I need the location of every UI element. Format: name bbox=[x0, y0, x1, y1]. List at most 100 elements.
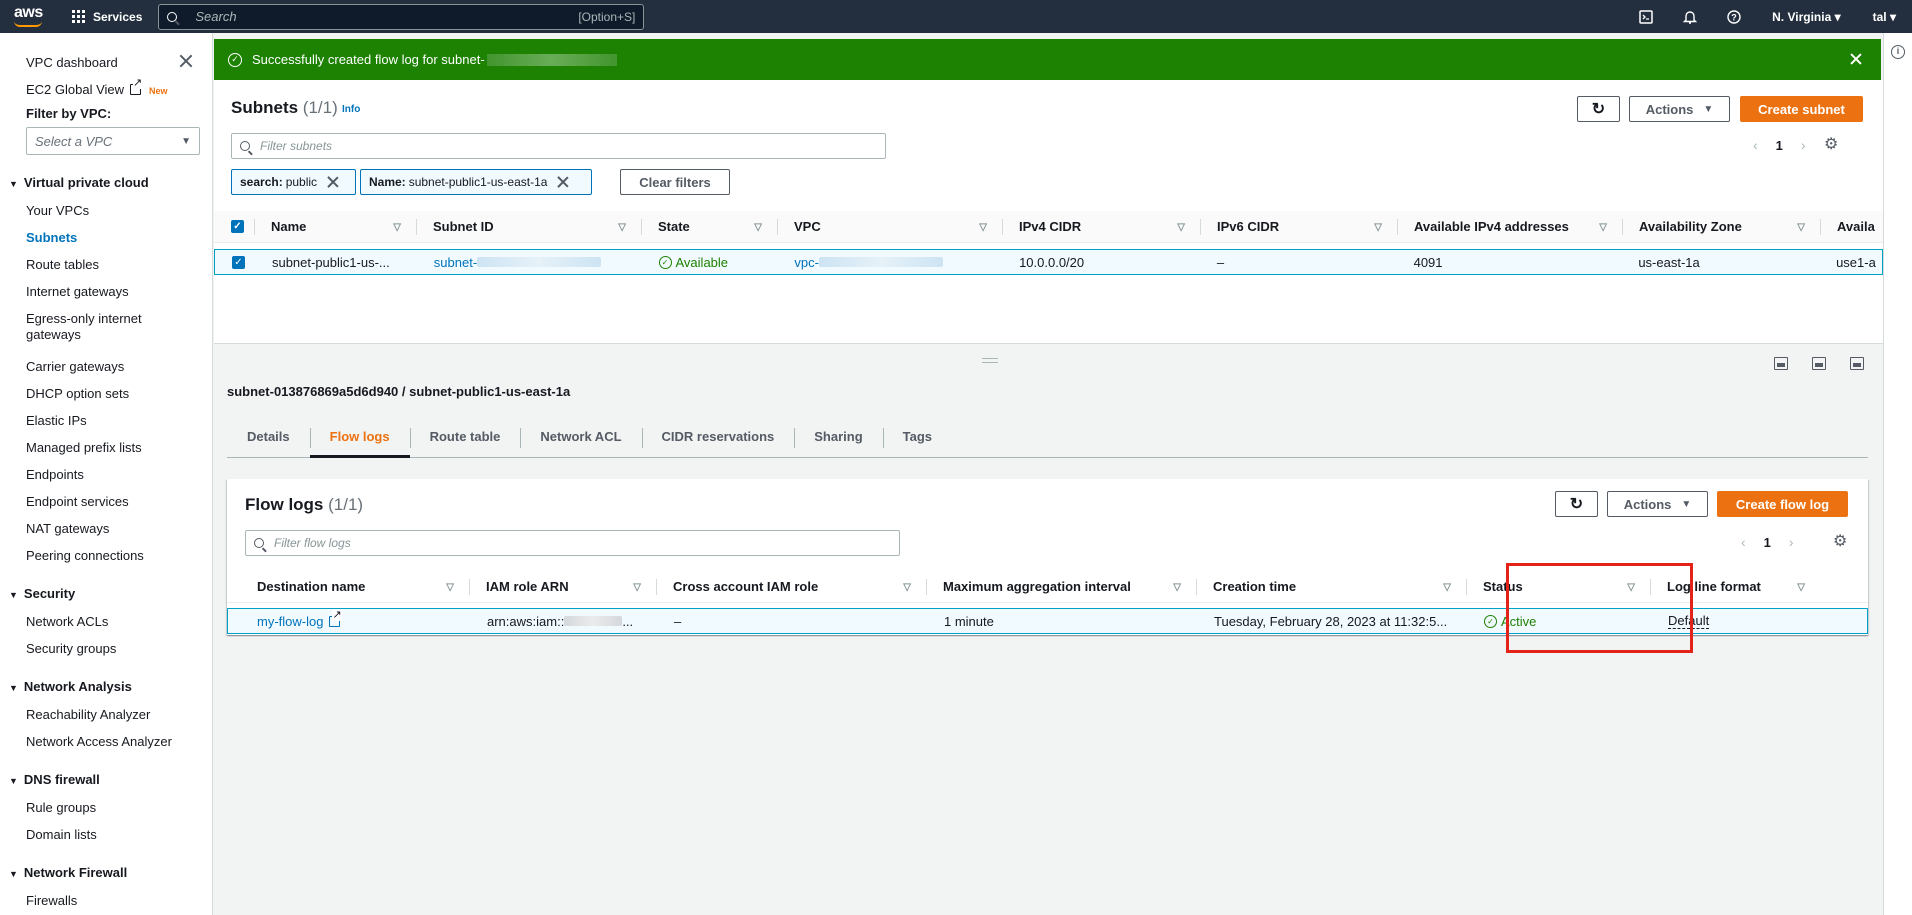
section-network-analysis[interactable]: ▼ Network Analysis bbox=[9, 679, 132, 694]
page-number[interactable]: 1 bbox=[1776, 138, 1783, 153]
vpc-filter-select[interactable]: Select a VPC ▼ bbox=[26, 127, 200, 155]
clear-filters-button[interactable]: Clear filters bbox=[620, 169, 730, 195]
sidebar-item-domain-lists[interactable]: Domain lists bbox=[26, 827, 97, 843]
cell-cross-account-iam-role: – bbox=[674, 613, 682, 629]
info-link[interactable]: Info bbox=[342, 104, 360, 115]
section-dns-firewall[interactable]: ▼ DNS firewall bbox=[9, 772, 100, 787]
region-selector[interactable]: N. Virginia ▾ bbox=[1756, 10, 1857, 24]
sidebar-item-peering-connections[interactable]: Peering connections bbox=[26, 548, 144, 564]
tab-sharing[interactable]: Sharing bbox=[794, 416, 882, 457]
refresh-button[interactable]: ↻ bbox=[1555, 491, 1598, 517]
sidebar-item-endpoints[interactable]: Endpoints bbox=[26, 467, 84, 483]
cell-subnet-id[interactable]: subnet- bbox=[418, 250, 643, 274]
select-all-checkbox[interactable]: ✓ bbox=[214, 211, 255, 243]
column-header-subnet-id[interactable]: Subnet ID ▽ bbox=[417, 211, 642, 243]
table-row[interactable]: ✓ subnet-public1-us-... subnet- ✓ Availab… bbox=[214, 249, 1883, 275]
cloudshell-icon[interactable] bbox=[1624, 0, 1668, 33]
sidebar-item-vpc-dashboard[interactable]: VPC dashboard bbox=[26, 55, 118, 71]
column-header-availability-zone[interactable]: Availability Zone ▽ bbox=[1623, 211, 1821, 243]
column-header-ipv4-cidr[interactable]: IPv4 CIDR ▽ bbox=[1003, 211, 1201, 243]
sort-icon: ▽ bbox=[618, 221, 626, 233]
search-icon bbox=[240, 141, 250, 151]
column-header-max-aggregation-interval[interactable]: Maximum aggregation interval ▽ bbox=[927, 571, 1197, 603]
refresh-button[interactable]: ↻ bbox=[1577, 96, 1620, 122]
cell-name: subnet-public1-us-... bbox=[271, 254, 390, 270]
tab-details[interactable]: Details bbox=[227, 416, 310, 457]
section-network-firewall[interactable]: ▼ Network Firewall bbox=[9, 865, 127, 880]
chevron-right-icon[interactable]: › bbox=[1789, 534, 1794, 550]
sort-icon: ▽ bbox=[1797, 581, 1805, 593]
column-header-vpc[interactable]: VPC ▽ bbox=[778, 211, 1003, 243]
remove-token-icon[interactable] bbox=[327, 176, 339, 188]
aws-logo[interactable]: aws bbox=[0, 0, 60, 33]
sidebar-item-route-tables[interactable]: Route tables bbox=[26, 257, 99, 273]
column-header-destination-name[interactable]: Destination name ▽ bbox=[227, 571, 470, 603]
column-header-name[interactable]: Name ▽ bbox=[255, 211, 417, 243]
layout-half-icon[interactable] bbox=[1812, 357, 1826, 370]
close-icon[interactable] bbox=[178, 53, 194, 69]
services-menu[interactable]: Services bbox=[60, 0, 154, 33]
sidebar-item-ec2-global-view[interactable]: EC2 Global ViewNew bbox=[26, 78, 168, 99]
column-header-az-id[interactable]: Availa bbox=[1821, 211, 1883, 243]
sidebar-item-elastic-ips[interactable]: Elastic IPs bbox=[26, 413, 87, 429]
sidebar-item-managed-prefix-lists[interactable]: Managed prefix lists bbox=[26, 440, 142, 456]
layout-full-icon[interactable] bbox=[1850, 357, 1864, 370]
sidebar-item-nat-gateways[interactable]: NAT gateways bbox=[26, 521, 109, 537]
sort-icon: ▽ bbox=[1797, 221, 1805, 233]
cell-destination-name[interactable]: my-flow-log bbox=[228, 609, 471, 633]
chevron-right-icon[interactable]: › bbox=[1801, 137, 1806, 153]
services-label: Services bbox=[93, 9, 143, 24]
global-search-input[interactable]: Search [Option+S] bbox=[158, 3, 645, 30]
sidebar-item-egress-only-internet-gateways[interactable]: Egress-only internet gateways bbox=[26, 311, 142, 343]
gear-icon[interactable]: ⚙ bbox=[1824, 137, 1840, 153]
sort-icon: ▽ bbox=[1173, 581, 1181, 593]
section-security[interactable]: ▼ Security bbox=[9, 586, 75, 601]
actions-button[interactable]: Actions ▼ bbox=[1607, 491, 1708, 517]
sidebar-item-network-access-analyzer[interactable]: Network Access Analyzer bbox=[26, 734, 172, 750]
create-flow-log-button[interactable]: Create flow log bbox=[1717, 491, 1848, 517]
column-header-ipv6-cidr[interactable]: IPv6 CIDR ▽ bbox=[1201, 211, 1398, 243]
bell-icon[interactable] bbox=[1668, 0, 1712, 33]
sidebar-item-endpoint-services[interactable]: Endpoint services bbox=[26, 494, 129, 510]
sidebar-item-carrier-gateways[interactable]: Carrier gateways bbox=[26, 359, 124, 375]
column-header-iam-role-arn[interactable]: IAM role ARN ▽ bbox=[470, 571, 657, 603]
page-number[interactable]: 1 bbox=[1764, 535, 1771, 550]
tab-network-acl[interactable]: Network ACL bbox=[520, 416, 641, 457]
cell-vpc[interactable]: vpc- bbox=[778, 250, 1003, 274]
tab-tags[interactable]: Tags bbox=[882, 416, 952, 457]
layout-bottom-icon[interactable] bbox=[1774, 357, 1788, 370]
chevron-left-icon[interactable]: ‹ bbox=[1741, 534, 1746, 550]
gear-icon[interactable]: ⚙ bbox=[1833, 534, 1849, 550]
chevron-left-icon[interactable]: ‹ bbox=[1753, 137, 1758, 153]
top-nav: aws Services Search [Option+S] ? N. Virg… bbox=[0, 0, 1912, 33]
flow-log-filter-input[interactable]: Filter flow logs bbox=[245, 530, 900, 556]
sidebar-item-subnets[interactable]: Subnets bbox=[26, 230, 77, 246]
grid-icon bbox=[72, 10, 85, 23]
sidebar-item-dhcp-option-sets[interactable]: DHCP option sets bbox=[26, 386, 129, 402]
sidebar-item-security-groups[interactable]: Security groups bbox=[26, 641, 116, 657]
section-virtual-private-cloud[interactable]: ▼ Virtual private cloud bbox=[9, 175, 149, 190]
help-icon[interactable]: ? bbox=[1712, 0, 1756, 33]
column-header-creation-time[interactable]: Creation time ▽ bbox=[1197, 571, 1467, 603]
actions-button[interactable]: Actions ▼ bbox=[1629, 96, 1730, 122]
remove-token-icon[interactable] bbox=[557, 176, 569, 188]
sidebar-item-internet-gateways[interactable]: Internet gateways bbox=[26, 284, 129, 300]
close-icon[interactable] bbox=[1849, 52, 1863, 66]
column-header-state[interactable]: State ▽ bbox=[642, 211, 778, 243]
subnet-filter-input[interactable]: Filter subnets bbox=[231, 133, 886, 159]
tab-route-table[interactable]: Route table bbox=[409, 416, 521, 457]
create-subnet-button[interactable]: Create subnet bbox=[1740, 96, 1863, 122]
sidebar-item-reachability-analyzer[interactable]: Reachability Analyzer bbox=[26, 707, 150, 723]
info-icon[interactable]: i bbox=[1891, 45, 1905, 59]
sidebar-item-firewalls[interactable]: Firewalls bbox=[26, 893, 77, 909]
sidebar-item-your-vpcs[interactable]: Your VPCs bbox=[26, 203, 89, 219]
tab-cidr-reservations[interactable]: CIDR reservations bbox=[641, 416, 795, 457]
column-header-cross-account-iam-role[interactable]: Cross account IAM role ▽ bbox=[657, 571, 927, 603]
column-header-available-ipv4[interactable]: Available IPv4 addresses ▽ bbox=[1398, 211, 1623, 243]
sidebar-item-network-acls[interactable]: Network ACLs bbox=[26, 614, 108, 630]
row-checkbox[interactable]: ✓ bbox=[215, 250, 256, 274]
tab-flow-logs[interactable]: Flow logs bbox=[309, 416, 410, 458]
panel-resize-handle[interactable] bbox=[982, 358, 998, 363]
sidebar-item-rule-groups[interactable]: Rule groups bbox=[26, 800, 96, 816]
account-menu[interactable]: tal ▾ bbox=[1857, 10, 1912, 24]
